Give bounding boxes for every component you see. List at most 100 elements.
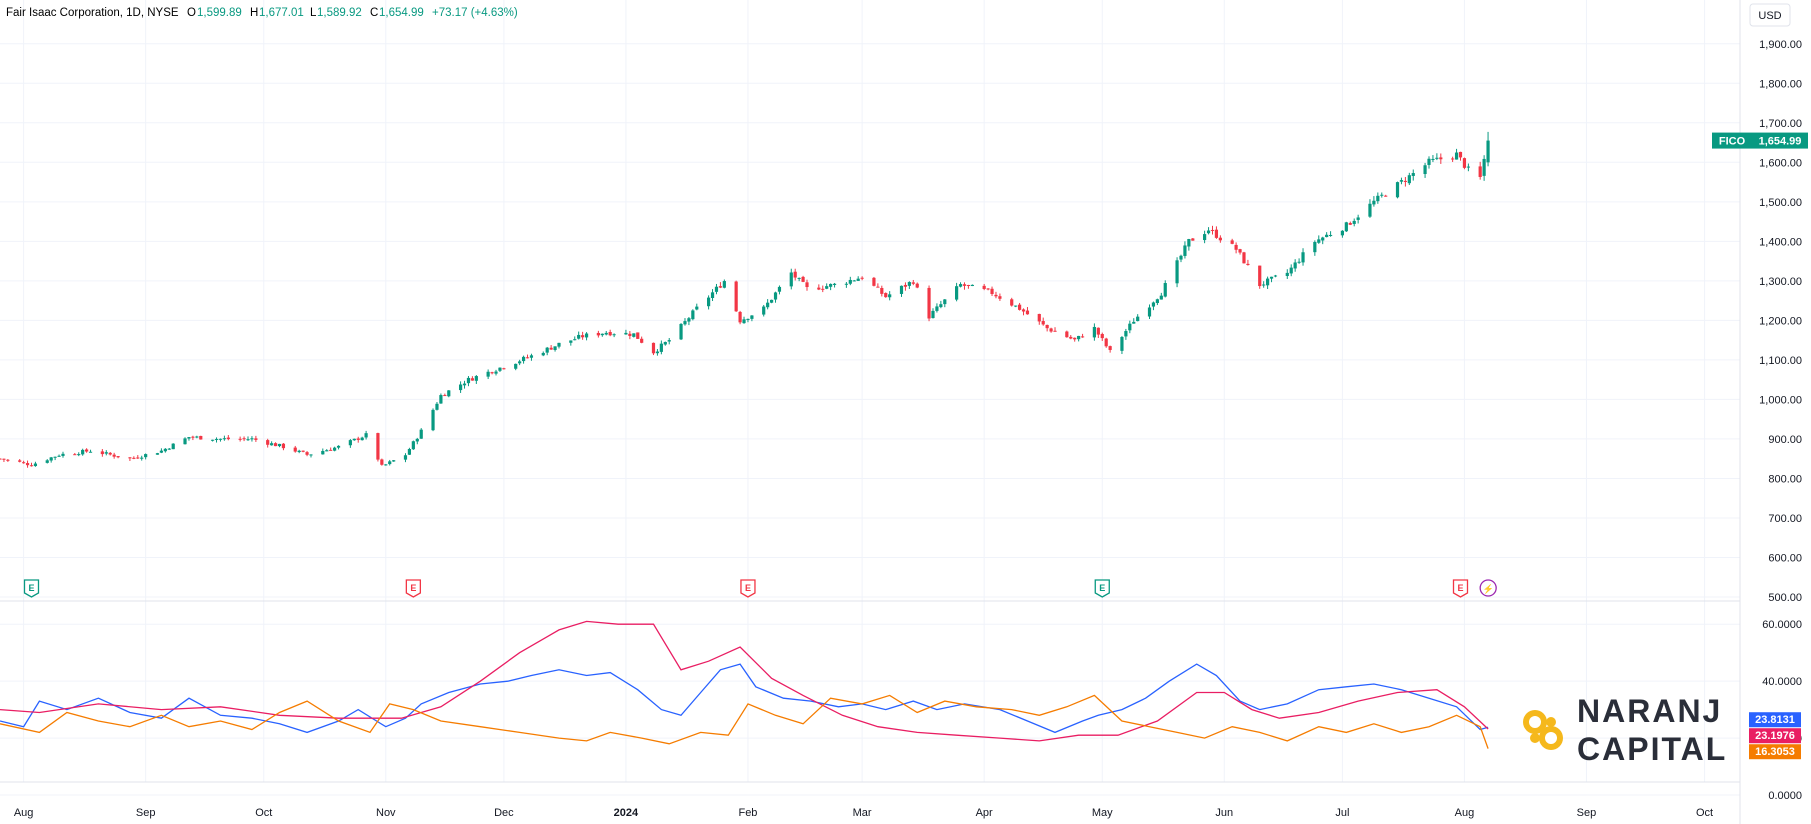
candle [112,452,116,459]
price-tick-label: 1,500.00 [1759,197,1802,209]
time-tick-label: Nov [376,807,396,819]
candle-body [1266,278,1270,286]
candle [691,309,695,321]
candle [545,346,549,356]
candle [943,299,947,308]
candle [1179,254,1183,263]
candle-body [167,448,171,450]
candle-body [270,443,274,446]
candle [742,316,746,324]
candle [155,452,160,455]
candle-body [104,452,108,454]
candle-body [1017,304,1022,310]
candle [435,401,439,411]
candle [888,291,892,301]
candle [1214,226,1219,239]
earnings-icon: E [405,579,421,598]
candle [789,268,793,290]
candle [990,286,994,296]
candle-body [966,284,971,286]
candle [6,459,10,462]
close-value: 1,654.99 [379,7,424,19]
axes: 500.00 600.00 700.00 800.00 900.00 1,000.00 1,… [14,39,1802,819]
candle-body [1368,203,1372,217]
candle [1077,335,1081,342]
candle [352,438,356,441]
candle [1462,157,1467,170]
candle-body [1301,252,1305,263]
candle [25,460,30,468]
candle-body [1124,331,1128,337]
candle [1206,227,1211,235]
candle-body [577,334,581,339]
candle-body [844,283,848,285]
candle [376,432,380,462]
price-tick-label: 1,800.00 [1759,78,1802,90]
candle [1451,156,1455,162]
candle [364,430,368,440]
symbol-title[interactable]: Fair Isaac Corporation, 1D, NYSE [6,7,179,19]
candle-body [1411,173,1415,176]
candle-body [1313,241,1317,253]
candle [927,285,931,322]
candle [667,337,671,345]
candle-body [33,463,38,467]
candle [277,443,282,448]
candle [663,341,667,346]
candle [1348,221,1352,226]
earnings-icon: E [1094,579,1110,598]
candle [1242,251,1246,264]
candle [1238,248,1242,255]
candle [163,448,167,453]
candle-body [293,447,297,452]
candle-body [380,459,384,465]
indicator-series-2 [0,694,1489,749]
candle-body [1218,237,1222,241]
candle [73,452,77,456]
time-tick-label: Aug [14,807,34,819]
candle [1466,163,1470,172]
candle-body [1451,158,1455,160]
candle-body [1285,272,1289,276]
candle-body [61,453,65,456]
candle [1313,240,1317,256]
candle [655,349,660,356]
time-tick-label: Oct [1696,807,1713,819]
candle [1010,297,1014,307]
candle [360,436,364,441]
candle-body [789,272,793,287]
candle [1128,320,1132,334]
candle [1458,151,1463,161]
candle-body [325,450,329,452]
candle [403,453,408,463]
candle [85,448,89,453]
candle [1407,172,1411,186]
chart-canvas[interactable]: 500.00 600.00 700.00 800.00 900.00 1,000.00 1,… [0,0,1811,824]
candle-body [246,439,250,441]
time-tick-label: Feb [738,807,757,819]
candle [392,459,396,462]
price-tick-label: 800.00 [1768,473,1802,485]
candle [388,459,392,466]
candle-body [1128,323,1132,331]
candle [380,458,384,466]
candle [81,448,85,456]
candle [1100,332,1104,341]
candle [714,283,719,295]
open-label: O [187,7,196,19]
candle-body [277,443,282,447]
candle-body [1395,182,1400,198]
candle [199,435,203,440]
candle-body [1230,240,1234,244]
candle-body [1010,299,1014,306]
candle-body [714,286,719,292]
candle-body [584,333,589,338]
candle [1147,304,1152,319]
candle [136,455,140,459]
candle-body [518,361,522,364]
currency-label: USD [1758,10,1781,22]
candle-body [384,464,388,466]
candle [61,451,65,458]
candle [829,283,833,291]
price-candles [0,131,1490,468]
